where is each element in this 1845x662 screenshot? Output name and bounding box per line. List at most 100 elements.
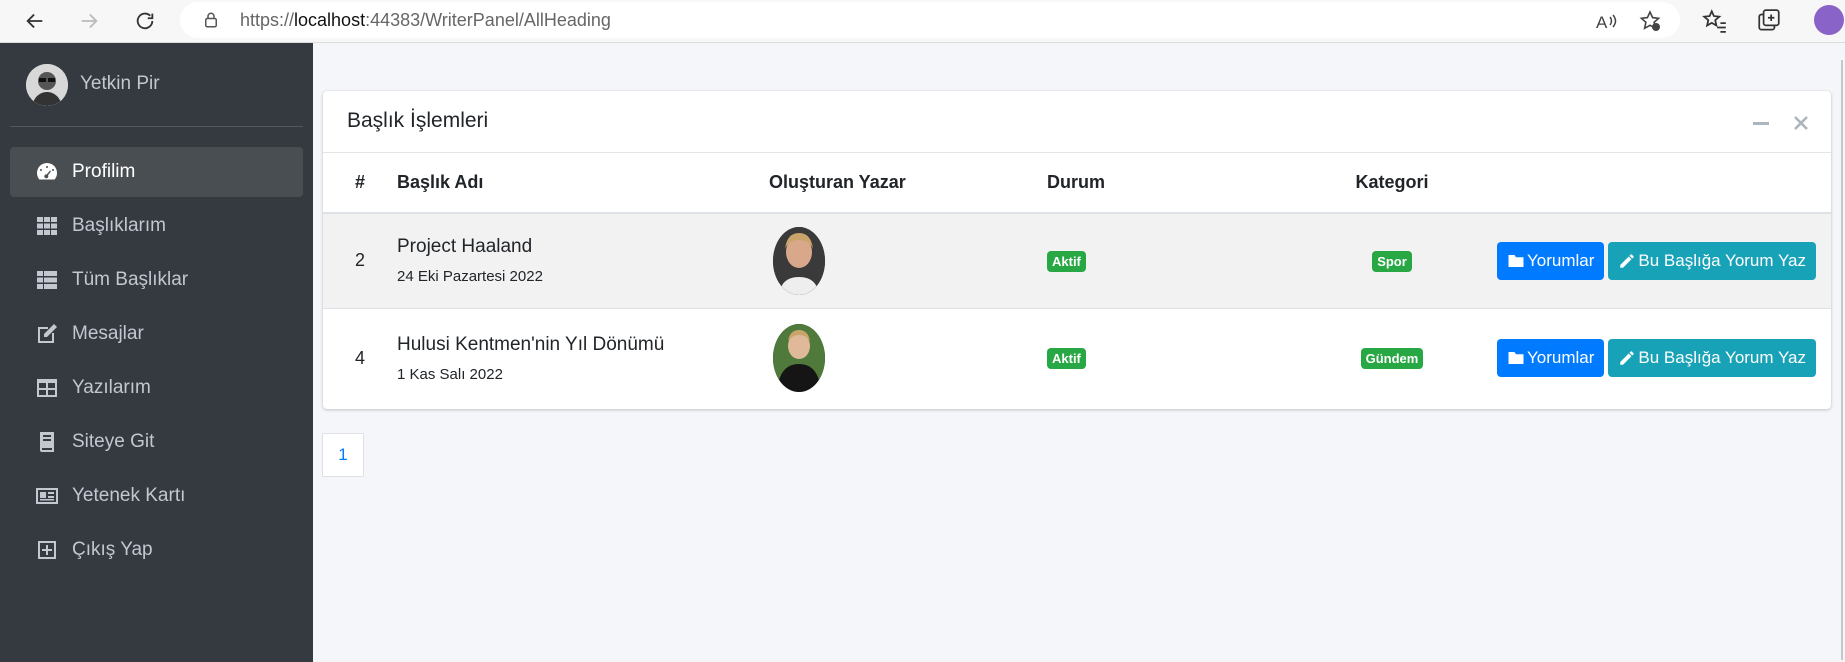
sidebar-item-label: Mesajlar <box>72 323 144 344</box>
actions-cell: Yorumlar Bu Başlığa Yorum Yaz <box>1497 212 1831 308</box>
browser-profile-avatar[interactable] <box>1814 5 1844 35</box>
grid-icon <box>34 213 60 239</box>
user-name[interactable]: Yetkin Pir <box>80 73 160 95</box>
folder-icon <box>1508 254 1524 267</box>
author-cell <box>769 307 1047 408</box>
column-header-status: Durum <box>1047 153 1287 214</box>
row-id: 2 <box>323 212 397 308</box>
table-header-row: # Başlık Adı Oluşturan Yazar Durum Kateg… <box>323 153 1831 214</box>
sidebar-item-label: Çıkış Yap <box>72 539 153 560</box>
author-avatar <box>773 324 825 393</box>
close-button[interactable] <box>1789 111 1813 135</box>
author-cell <box>769 212 1047 308</box>
heading-date: 1 Kas Salı 2022 <box>397 365 503 383</box>
sidebar-menu: Profilim Başlıklarım Tüm Başlıklar Mesaj… <box>10 147 303 579</box>
heading-cell: Project Haaland 24 Eki Pazartesi 2022 <box>397 212 769 308</box>
column-header-number: # <box>323 153 397 214</box>
sidebar-item-label: Profilim <box>72 161 136 182</box>
author-photo <box>773 226 825 295</box>
write-comment-button[interactable]: Bu Başlığa Yorum Yaz <box>1608 241 1816 280</box>
arrow-right-icon <box>81 13 98 29</box>
column-header-title: Başlık Adı <box>397 153 769 214</box>
column-header-author: Oluşturan Yazar <box>769 153 1047 214</box>
folder-icon <box>1508 352 1524 365</box>
edit-icon <box>34 321 60 347</box>
back-button[interactable] <box>18 4 52 38</box>
heading-title: Hulusi Kentmen'nin Yıl Dönümü <box>397 333 665 355</box>
headings-table: # Başlık Adı Oluşturan Yazar Durum Kateg… <box>323 153 1831 408</box>
sidebar-item-label: Yetenek Kartı <box>72 485 186 506</box>
favorites-icon[interactable] <box>1702 8 1728 34</box>
sidebar-item-label: Yazılarım <box>72 377 151 398</box>
close-icon <box>1794 116 1808 130</box>
pencil-icon <box>1620 254 1635 268</box>
user-avatar-image <box>26 64 68 106</box>
category-badge: Spor <box>1372 250 1412 272</box>
category-cell: Spor <box>1287 212 1497 308</box>
comments-button-label: Yorumlar <box>1527 348 1595 368</box>
category-cell: Gündem <box>1287 307 1497 408</box>
lock-icon <box>205 12 217 28</box>
forward-button[interactable] <box>72 4 106 38</box>
scrollbar[interactable] <box>1841 60 1843 660</box>
reload-icon <box>136 12 154 30</box>
address-bar[interactable]: https://localhost:44383/WriterPanel/AllH… <box>180 2 1680 38</box>
sidebar-item-profilim[interactable]: Profilim <box>10 147 303 197</box>
pagination-page-1[interactable]: 1 <box>322 433 364 477</box>
author-photo <box>773 324 825 393</box>
sidebar-item-yetenek-karti[interactable]: Yetenek Kartı <box>10 471 303 521</box>
heading-cell: Hulusi Kentmen'nin Yıl Dönümü 1 Kas Salı… <box>397 307 769 408</box>
status-cell: Aktif <box>1047 212 1287 308</box>
actions-cell: Yorumlar Bu Başlığa Yorum Yaz <box>1497 307 1831 408</box>
sidebar-item-siteye-git[interactable]: Siteye Git <box>10 417 303 467</box>
comments-button[interactable]: Yorumlar <box>1497 241 1605 280</box>
table-row: 2 Project Haaland 24 Eki Pazartesi 2022 <box>323 212 1831 308</box>
card-header: Başlık İşlemleri <box>323 91 1831 153</box>
sidebar-item-yazilarim[interactable]: Yazılarım <box>10 363 303 413</box>
layout-icon <box>34 375 60 401</box>
dashboard-icon <box>34 159 60 185</box>
arrow-left-icon <box>26 13 43 29</box>
sidebar-item-tum-basliklar[interactable]: Tüm Başlıklar <box>10 255 303 305</box>
svg-text:A: A <box>1596 13 1608 32</box>
write-comment-button[interactable]: Bu Başlığa Yorum Yaz <box>1608 339 1816 378</box>
minus-icon <box>1753 122 1769 125</box>
url-text: https://localhost:44383/WriterPanel/AllH… <box>240 10 611 30</box>
status-badge: Aktif <box>1047 348 1086 370</box>
pencil-icon <box>1620 351 1635 365</box>
card-title: Başlık İşlemleri <box>347 109 489 132</box>
column-header-category: Kategori <box>1287 153 1497 214</box>
heading-title: Project Haaland <box>397 236 533 258</box>
collapse-button[interactable] <box>1749 111 1773 135</box>
heading-date: 24 Eki Pazartesi 2022 <box>397 268 543 286</box>
write-comment-button-label: Bu Başlığa Yorum Yaz <box>1638 250 1806 270</box>
write-comment-button-label: Bu Başlığa Yorum Yaz <box>1638 348 1806 368</box>
id-card-icon <box>34 483 60 509</box>
sidebar-item-cikis-yap[interactable]: Çıkış Yap <box>10 525 303 575</box>
row-id: 4 <box>323 307 397 408</box>
book-icon <box>34 429 60 455</box>
column-header-actions <box>1497 153 1831 214</box>
sidebar-item-label: Başlıklarım <box>72 215 166 236</box>
avatar[interactable] <box>26 64 68 106</box>
user-panel: Yetkin Pir <box>10 43 303 127</box>
sidebar-item-label: Tüm Başlıklar <box>72 269 189 290</box>
favorite-add-icon[interactable] <box>1638 9 1662 33</box>
author-avatar <box>773 226 825 295</box>
sidebar-item-label: Siteye Git <box>72 431 155 452</box>
table-row: 4 Hulusi Kentmen'nin Yıl Dönümü 1 Kas Sa… <box>323 307 1831 408</box>
read-aloud-icon[interactable]: A <box>1594 9 1618 33</box>
comments-button[interactable]: Yorumlar <box>1497 339 1605 378</box>
list-icon <box>34 267 60 293</box>
collections-icon[interactable] <box>1756 8 1782 34</box>
status-badge: Aktif <box>1047 250 1086 272</box>
headings-card: Başlık İşlemleri # Başlık Adı Oluşturan … <box>323 91 1831 409</box>
comments-button-label: Yorumlar <box>1527 250 1595 270</box>
sidebar-item-basliklarim[interactable]: Başlıklarım <box>10 201 303 251</box>
plus-square-icon <box>34 537 60 563</box>
sidebar-item-mesajlar[interactable]: Mesajlar <box>10 309 303 359</box>
reload-button[interactable] <box>128 4 162 38</box>
browser-toolbar: https://localhost:44383/WriterPanel/AllH… <box>0 0 1845 43</box>
category-badge: Gündem <box>1360 348 1424 370</box>
sidebar: Yetkin Pir Profilim Başlıklarım Tüm Başl… <box>0 43 313 662</box>
